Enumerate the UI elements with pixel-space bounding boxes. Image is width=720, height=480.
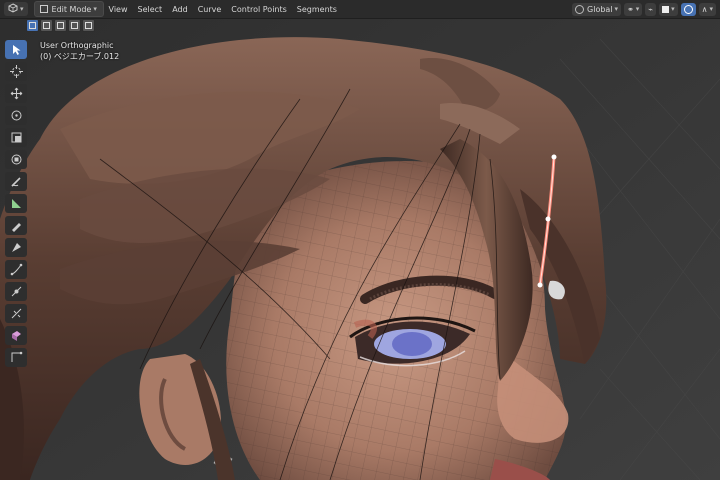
mode-dropdown[interactable]: Edit Mode ▾ xyxy=(33,1,104,17)
falloff-dropdown[interactable]: ∧ ▾ xyxy=(698,2,716,16)
transform-icon[interactable] xyxy=(5,150,27,169)
snap-target-dropdown[interactable]: ▾ xyxy=(659,2,678,16)
menu-curve[interactable]: Curve xyxy=(193,5,227,14)
cube-icon xyxy=(8,3,18,15)
tool-shelf xyxy=(5,40,29,367)
blender-window: ▾ Edit Mode ▾ View Select Add Curve Cont… xyxy=(0,0,720,480)
pivot-dropdown[interactable]: ⚭ ▾ xyxy=(624,2,643,16)
viewport-info: User Orthographic (0) ベジエカーブ.012 xyxy=(40,40,119,62)
proportional-edit-toggle[interactable] xyxy=(680,2,696,16)
viewport-render xyxy=(0,19,720,480)
pen-icon[interactable] xyxy=(5,238,27,257)
control-point[interactable] xyxy=(551,154,557,160)
editor-type-button[interactable]: ▾ xyxy=(4,2,28,16)
chevron-down-icon: ▾ xyxy=(614,5,619,13)
transform-orientation-dropdown[interactable]: Global ▾ xyxy=(572,2,622,16)
menu-segments[interactable]: Segments xyxy=(292,5,342,14)
radius-icon[interactable] xyxy=(5,282,27,301)
subtract-select-icon[interactable] xyxy=(54,19,67,32)
control-point[interactable] xyxy=(537,282,543,288)
chevron-down-icon: ▾ xyxy=(93,5,97,13)
globe-icon xyxy=(575,4,585,14)
magnet-icon: ⌁ xyxy=(648,4,654,14)
menu-view[interactable]: View xyxy=(104,5,133,14)
annotate-icon[interactable] xyxy=(5,172,27,191)
draw-icon[interactable] xyxy=(5,216,27,235)
cursor-icon[interactable] xyxy=(5,62,27,81)
orientation-label: Global xyxy=(587,4,613,14)
select-box-icon[interactable] xyxy=(5,40,27,59)
rotate-icon[interactable] xyxy=(5,106,27,125)
scale-icon[interactable] xyxy=(5,128,27,147)
move-icon[interactable] xyxy=(5,84,27,103)
randomize-icon[interactable] xyxy=(5,304,27,323)
extend-select-icon[interactable] xyxy=(40,19,53,32)
view-name: User Orthographic xyxy=(40,41,114,50)
chevron-down-icon: ▾ xyxy=(20,5,24,13)
control-point[interactable] xyxy=(545,216,551,222)
invert-select-icon[interactable] xyxy=(68,19,81,32)
extrude-icon[interactable] xyxy=(5,326,27,345)
circle-dot-icon xyxy=(683,4,693,14)
chevron-down-icon: ▾ xyxy=(709,5,713,13)
3d-viewport[interactable] xyxy=(0,19,720,480)
falloff-curve-icon: ∧ xyxy=(701,4,708,14)
chevron-down-icon: ▾ xyxy=(671,5,675,13)
measure-icon[interactable] xyxy=(5,194,27,213)
object-name: (0) ベジエカーブ.012 xyxy=(40,52,120,61)
menu-select[interactable]: Select xyxy=(133,5,168,14)
select-mode-row xyxy=(26,19,95,32)
edit-mode-icon xyxy=(39,5,48,13)
viewport-header: ▾ Edit Mode ▾ View Select Add Curve Cont… xyxy=(0,0,720,19)
header-right-controls: Global ▾ ⚭ ▾ ⌁ ▾ ∧ ▾ xyxy=(572,2,720,16)
mode-label: Edit Mode xyxy=(51,4,92,14)
tilt-icon[interactable] xyxy=(5,260,27,279)
square-snap-icon xyxy=(662,5,670,13)
snap-toggle[interactable]: ⌁ xyxy=(645,2,657,16)
menu-control-points[interactable]: Control Points xyxy=(226,5,292,14)
pivot-link-icon: ⚭ xyxy=(627,4,634,14)
set-select-icon[interactable] xyxy=(26,19,39,32)
chevron-down-icon: ▾ xyxy=(635,5,640,13)
bezier-handle-icon[interactable] xyxy=(5,348,27,367)
intersect-select-icon[interactable] xyxy=(82,19,95,32)
menu-add[interactable]: Add xyxy=(167,5,193,14)
